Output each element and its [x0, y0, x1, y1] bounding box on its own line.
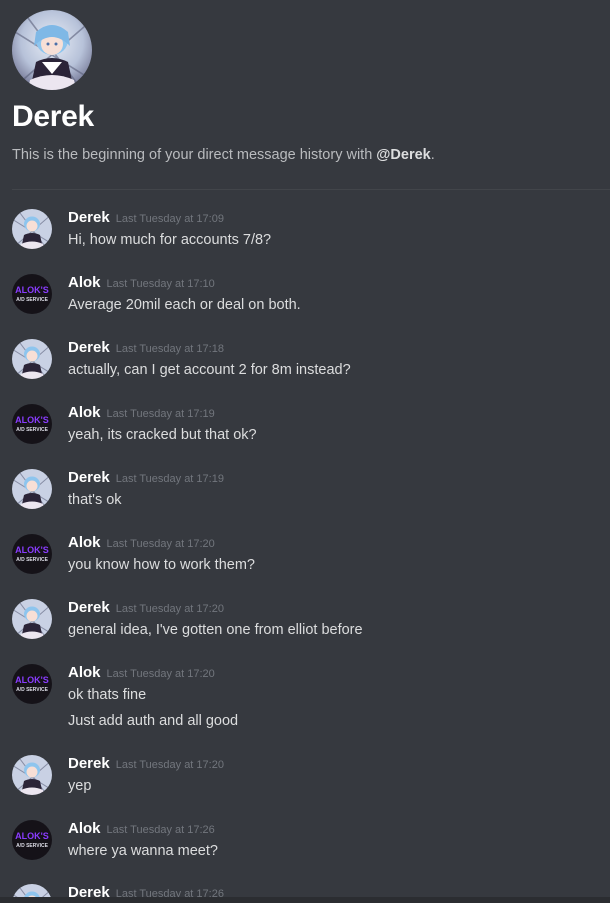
avatar[interactable] — [12, 209, 52, 249]
avatar[interactable] — [12, 755, 52, 795]
profile-avatar[interactable] — [12, 10, 92, 90]
timestamp: Last Tuesday at 17:10 — [106, 278, 215, 290]
alok-avatar-logo-title: ALOK'S — [15, 545, 49, 555]
message-header: Alok Last Tuesday at 17:20 — [68, 534, 215, 552]
dm-channel: Derek This is the beginning of your dire… — [0, 0, 610, 903]
author-name[interactable]: Alok — [68, 820, 101, 837]
author-name[interactable]: Alok — [68, 664, 101, 681]
timestamp: Last Tuesday at 17:26 — [106, 824, 215, 836]
message-header: Alok Last Tuesday at 17:19 — [68, 404, 215, 422]
message-header: Alok Last Tuesday at 17:26 — [68, 820, 215, 838]
author-name[interactable]: Alok — [68, 404, 101, 421]
avatar[interactable]: ALOK'S A/D SERVICE — [12, 274, 52, 314]
derek-avatar-icon — [12, 209, 52, 249]
dm-intro-suffix: . — [430, 147, 435, 163]
avatar[interactable]: ALOK'S A/D SERVICE — [12, 820, 52, 860]
author-name[interactable]: Derek — [68, 599, 110, 616]
alok-avatar-icon: ALOK'S A/D SERVICE — [12, 664, 52, 704]
message-text: Hi, how much for accounts 7/8? — [68, 232, 272, 248]
alok-avatar-logo-subtitle: A/D SERVICE — [16, 557, 49, 563]
avatar[interactable] — [12, 339, 52, 379]
message-header: Derek Last Tuesday at 17:09 — [68, 209, 224, 227]
alok-avatar-logo-title: ALOK'S — [15, 415, 49, 425]
author-name[interactable]: Derek — [68, 209, 110, 226]
dm-intro-prefix: This is the beginning of your direct mes… — [12, 147, 377, 163]
derek-avatar-icon — [12, 755, 52, 795]
message-text: you know how to work them? — [68, 557, 255, 573]
dm-intro-mention[interactable]: @Derek — [376, 147, 430, 163]
avatar[interactable] — [12, 469, 52, 509]
message-text: where ya wanna meet? — [68, 843, 218, 859]
alok-avatar-icon: ALOK'S A/D SERVICE — [12, 404, 52, 444]
alok-avatar-logo-subtitle: A/D SERVICE — [16, 687, 49, 693]
derek-avatar-icon — [12, 339, 52, 379]
horizontal-scrollbar[interactable] — [0, 897, 610, 903]
timestamp: Last Tuesday at 17:20 — [115, 603, 224, 615]
alok-avatar-logo-title: ALOK'S — [15, 831, 49, 841]
message-text: ok thats fine — [68, 687, 147, 703]
message-header: Derek Last Tuesday at 17:18 — [68, 339, 224, 357]
alok-avatar-logo-title: ALOK'S — [15, 285, 49, 295]
alok-avatar-logo-subtitle: A/D SERVICE — [16, 427, 49, 433]
derek-avatar-icon — [12, 469, 52, 509]
dm-header: Derek This is the beginning of your dire… — [12, 10, 610, 163]
message-header: Alok Last Tuesday at 17:20 — [68, 664, 215, 682]
avatar[interactable]: ALOK'S A/D SERVICE — [12, 534, 52, 574]
alok-avatar-icon: ALOK'S A/D SERVICE — [12, 274, 52, 314]
message-text: yep — [68, 778, 92, 794]
message-header: Derek Last Tuesday at 17:19 — [68, 469, 224, 487]
message-header: Alok Last Tuesday at 17:10 — [68, 274, 215, 292]
dm-recipient-name: Derek — [12, 100, 94, 133]
timestamp: Last Tuesday at 17:20 — [106, 668, 215, 680]
timestamp: Last Tuesday at 17:19 — [115, 473, 224, 485]
avatar[interactable] — [12, 599, 52, 639]
message-text: Average 20mil each or deal on both. — [68, 297, 301, 313]
author-name[interactable]: Alok — [68, 274, 101, 291]
timestamp: Last Tuesday at 17:20 — [115, 759, 224, 771]
alok-avatar-logo-subtitle: A/D SERVICE — [16, 297, 49, 303]
derek-avatar-image — [12, 10, 92, 90]
message-header: Derek Last Tuesday at 17:20 — [68, 755, 224, 773]
timestamp: Last Tuesday at 17:18 — [115, 343, 224, 355]
timestamp: Last Tuesday at 17:19 — [106, 408, 215, 420]
message-text: actually, can I get account 2 for 8m ins… — [68, 362, 351, 378]
dm-intro-text: This is the beginning of your direct mes… — [12, 147, 435, 163]
avatar[interactable]: ALOK'S A/D SERVICE — [12, 664, 52, 704]
alok-avatar-icon: ALOK'S A/D SERVICE — [12, 534, 52, 574]
alok-avatar-logo-subtitle: A/D SERVICE — [16, 843, 49, 849]
timestamp: Last Tuesday at 17:09 — [115, 213, 224, 225]
alok-avatar-icon: ALOK'S A/D SERVICE — [12, 820, 52, 860]
author-name[interactable]: Derek — [68, 339, 110, 356]
message-header: Derek Last Tuesday at 17:20 — [68, 599, 224, 617]
message-text: that's ok — [68, 492, 122, 508]
author-name[interactable]: Alok — [68, 534, 101, 551]
avatar[interactable]: ALOK'S A/D SERVICE — [12, 404, 52, 444]
alok-avatar-logo-title: ALOK'S — [15, 675, 49, 685]
derek-avatar-icon — [12, 599, 52, 639]
timestamp: Last Tuesday at 17:20 — [106, 538, 215, 550]
header-divider — [12, 189, 610, 190]
author-name[interactable]: Derek — [68, 469, 110, 486]
message-text: Just add auth and all good — [68, 713, 239, 729]
message-text: yeah, its cracked but that ok? — [68, 427, 257, 443]
message-text: general idea, I've gotten one from ellio… — [68, 622, 363, 638]
author-name[interactable]: Derek — [68, 755, 110, 772]
